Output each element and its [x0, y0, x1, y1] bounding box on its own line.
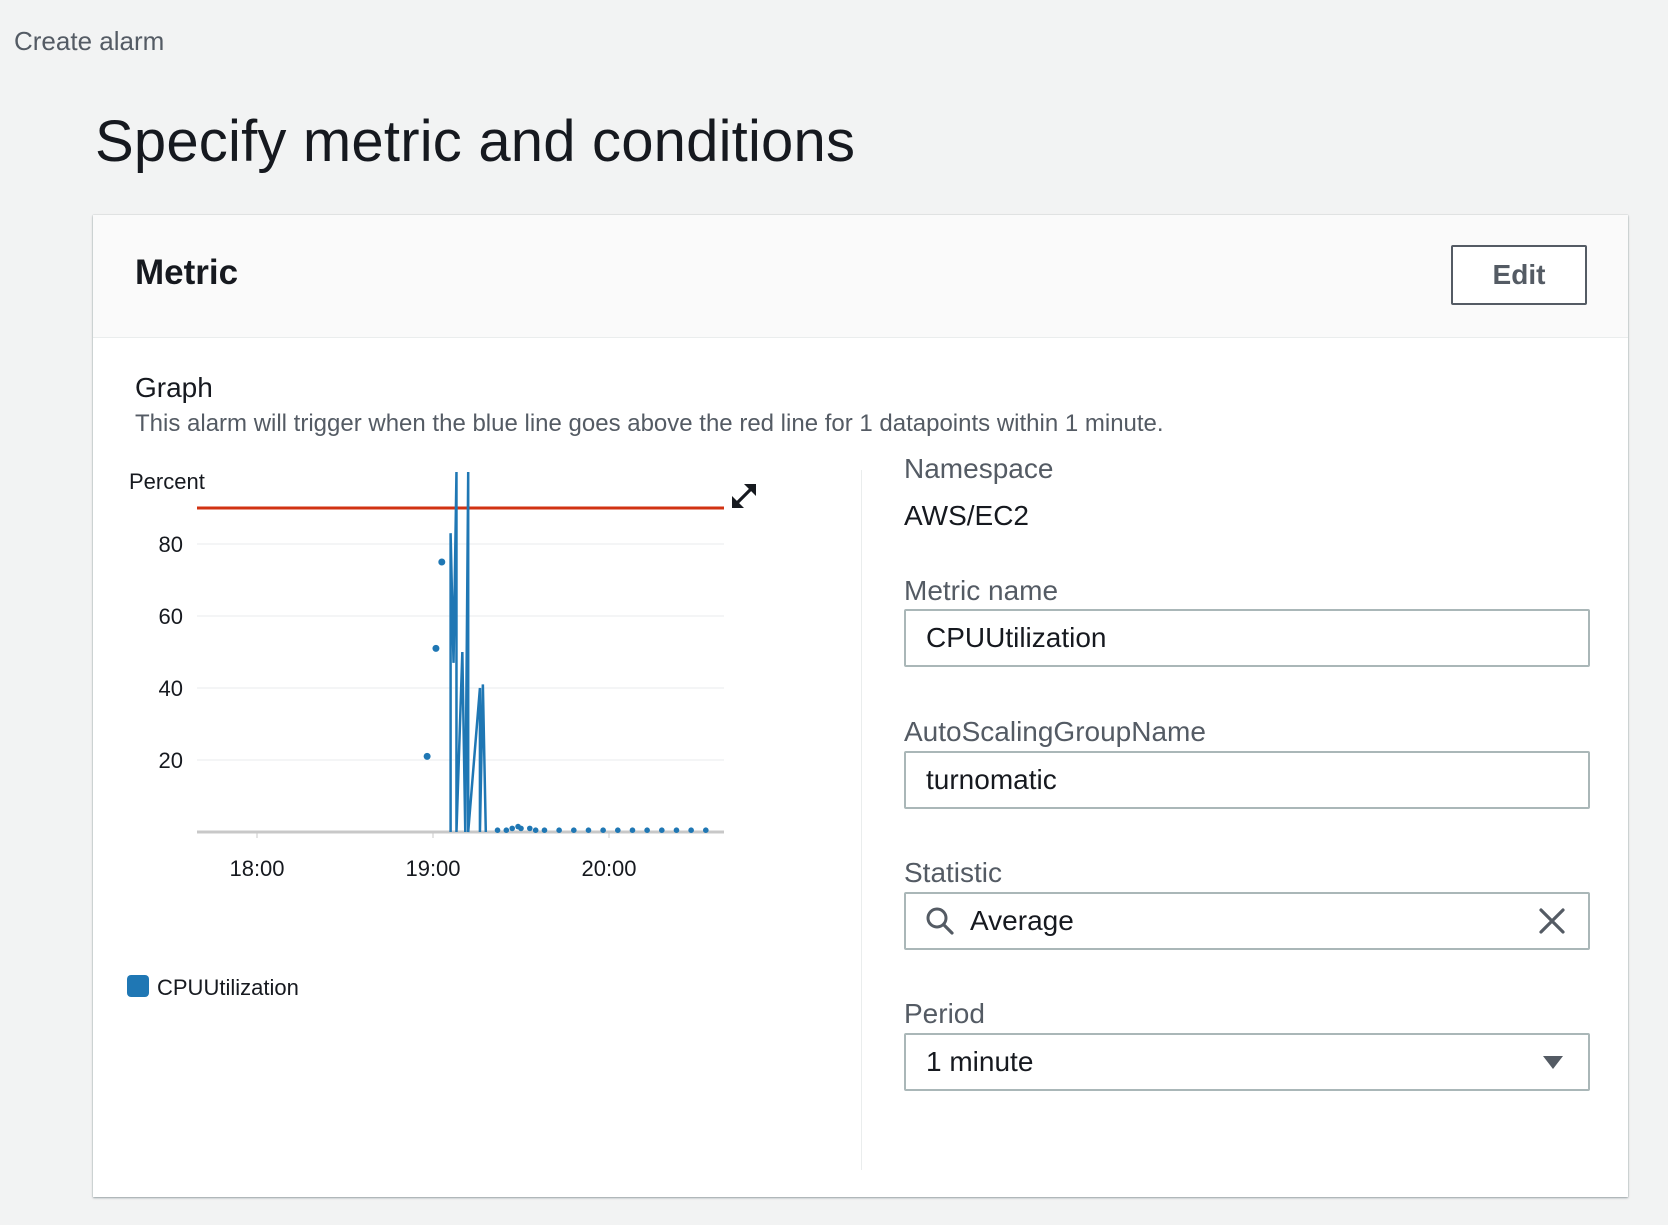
- tail-data-point: [585, 827, 592, 833]
- tail-data-point: [644, 827, 650, 833]
- asg-name-value: turnomatic: [926, 764, 1057, 795]
- search-icon: [924, 906, 956, 936]
- asg-label: AutoScalingGroupName: [904, 716, 1206, 747]
- metric-name-field[interactable]: CPUUtilization: [904, 609, 1590, 667]
- tail-data-point: [615, 827, 621, 833]
- caret-down-icon: [1538, 1053, 1568, 1071]
- tail-data-point: [494, 827, 501, 833]
- metric-panel: Metric Edit Graph This alarm will trigge…: [93, 215, 1628, 1197]
- statistic-field[interactable]: Average: [904, 892, 1590, 950]
- page-title: Specify metric and conditions: [95, 109, 856, 174]
- x-tick-label: 20:00: [581, 856, 636, 881]
- legend-label: CPUUtilization: [157, 975, 299, 1000]
- graph-heading: Graph: [135, 372, 213, 403]
- metric-name-value: CPUUtilization: [926, 622, 1107, 653]
- tail-data-point: [688, 827, 694, 833]
- period-select[interactable]: 1 minute: [904, 1033, 1590, 1091]
- legend-swatch: [127, 975, 149, 997]
- edit-button[interactable]: Edit: [1451, 245, 1587, 305]
- tail-data-point: [673, 827, 680, 833]
- tail-data-point: [629, 827, 636, 833]
- tail-data-point: [503, 827, 510, 833]
- y-tick-label: 20: [159, 748, 183, 773]
- asg-name-field[interactable]: turnomatic: [904, 751, 1590, 809]
- tail-data-point: [518, 825, 524, 832]
- tail-data-point: [532, 827, 539, 833]
- column-divider: [861, 470, 862, 1170]
- data-point: [423, 752, 431, 760]
- x-tick-label: 19:00: [405, 856, 460, 881]
- y-tick-label: 60: [159, 604, 183, 629]
- tail-data-point: [703, 827, 709, 833]
- namespace-label: Namespace: [904, 453, 1054, 484]
- cpu-chart: Percent 20 40 60 80 18:00 19:00 20:00 CPUUtiliza…: [127, 465, 737, 1025]
- chart-svg: Percent 20 40 60 80 18:00 19:00 20:00 CPUUtiliza…: [127, 469, 724, 1000]
- y-axis-label: Percent: [129, 469, 205, 494]
- statistic-label: Statistic: [904, 857, 1003, 888]
- graph-description: This alarm will trigger when the blue li…: [135, 410, 1164, 437]
- metric-name-label: Metric name: [904, 575, 1059, 606]
- tail-data-point: [600, 827, 606, 833]
- expand-icon[interactable]: [727, 479, 761, 513]
- y-tick-label: 80: [159, 532, 183, 557]
- tail-data-point: [509, 825, 515, 832]
- tail-data-point: [541, 827, 548, 833]
- series-line: [449, 471, 488, 833]
- period-label: Period: [904, 998, 985, 1029]
- y-tick-label: 40: [159, 676, 183, 701]
- panel-title: Metric: [135, 253, 239, 292]
- x-tick-label: 18:00: [229, 856, 284, 881]
- tail-data-point: [571, 827, 577, 833]
- namespace-value: AWS/EC2: [904, 500, 1029, 531]
- metric-panel-header: Metric Edit: [93, 215, 1628, 338]
- close-icon[interactable]: [1536, 907, 1568, 935]
- data-point: [438, 558, 446, 566]
- data-point: [432, 644, 440, 652]
- breadcrumb[interactable]: Create alarm: [14, 26, 164, 57]
- tail-data-point: [527, 825, 533, 832]
- tail-data-point: [556, 827, 562, 833]
- statistic-value: Average: [970, 905, 1074, 936]
- period-value: 1 minute: [926, 1046, 1034, 1077]
- tail-data-point: [659, 827, 665, 833]
